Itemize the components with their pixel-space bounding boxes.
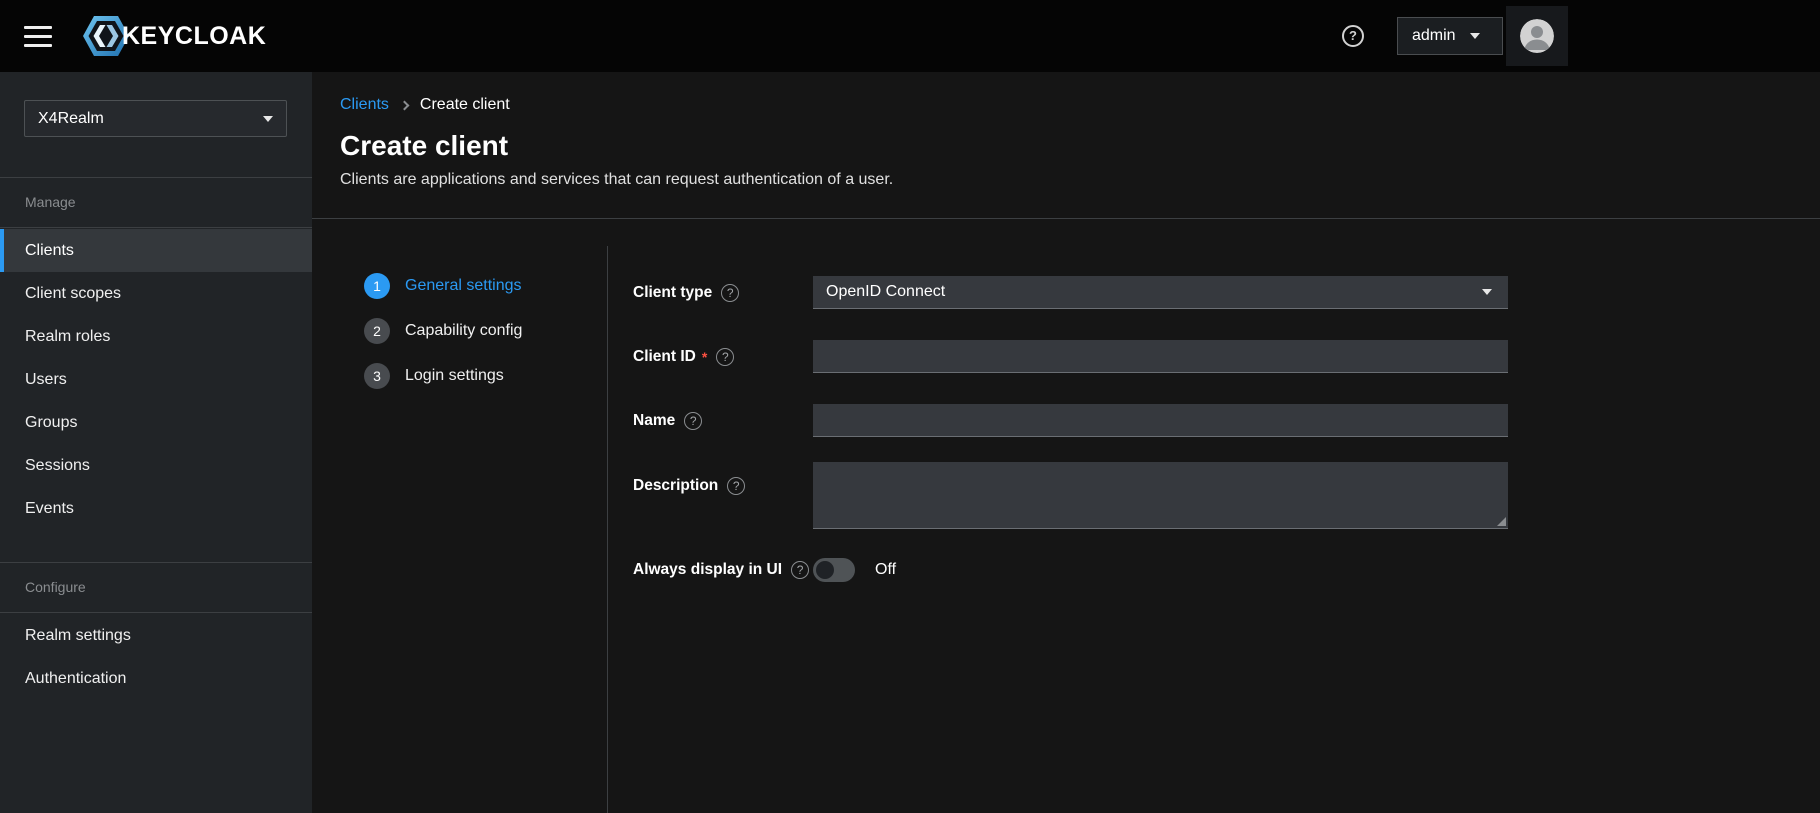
label-text: Client type: [633, 284, 712, 302]
avatar[interactable]: [1520, 19, 1554, 53]
breadcrumb-current: Create client: [420, 96, 510, 114]
main-content: Clients Create client Create client Clie…: [312, 72, 1820, 813]
step-label: Login settings: [405, 367, 504, 385]
page-title: Create client: [340, 130, 508, 162]
sidebar-group-configure: Configure: [25, 579, 86, 595]
label-text: Description: [633, 477, 718, 495]
client-type-selected-value: OpenID Connect: [826, 283, 945, 301]
step-number-badge: 2: [364, 318, 390, 344]
help-icon[interactable]: ?: [721, 284, 739, 302]
user-menu-label: admin: [1412, 27, 1456, 45]
divider: [0, 177, 312, 178]
breadcrumb: Clients Create client: [340, 96, 510, 114]
realm-selector-value: X4Realm: [38, 110, 104, 128]
wizard-divider: [607, 246, 608, 813]
wizard-step-capability-config[interactable]: 2 Capability config: [364, 318, 522, 344]
divider: [0, 227, 312, 228]
description-label: Description ?: [633, 476, 745, 496]
chevron-down-icon: [1470, 33, 1480, 39]
sidebar-item-sessions[interactable]: Sessions: [0, 444, 312, 487]
sidebar: X4Realm Manage Clients Client scopes Rea…: [0, 72, 312, 813]
chevron-down-icon: [263, 116, 273, 122]
client-type-label: Client type ?: [633, 283, 739, 303]
step-label: General settings: [405, 277, 522, 295]
app-header: KEYCLOAK ? admin: [0, 0, 1820, 72]
wizard-step-general-settings[interactable]: 1 General settings: [364, 273, 522, 299]
label-text: Client ID: [633, 348, 696, 366]
always-display-label: Always display in UI ?: [633, 560, 809, 580]
client-id-input[interactable]: [813, 340, 1508, 373]
name-input[interactable]: [813, 404, 1508, 437]
always-display-toggle[interactable]: [813, 558, 855, 582]
step-label: Capability config: [405, 322, 522, 340]
user-avatar-icon: [1520, 19, 1554, 53]
divider: [0, 562, 312, 563]
label-text: Name: [633, 412, 675, 430]
help-icon[interactable]: ?: [791, 561, 809, 579]
chevron-down-icon: [1482, 289, 1492, 295]
user-menu-dropdown[interactable]: admin: [1397, 17, 1503, 55]
description-textarea[interactable]: [813, 462, 1508, 529]
sidebar-group-manage: Manage: [25, 194, 76, 210]
avatar-zone: [1506, 6, 1568, 66]
sidebar-item-realm-settings[interactable]: Realm settings: [0, 614, 312, 657]
sidebar-item-clients[interactable]: Clients: [0, 229, 312, 272]
divider: [0, 612, 312, 613]
step-number-badge: 1: [364, 273, 390, 299]
keycloak-logo[interactable]: KEYCLOAK: [82, 15, 266, 57]
breadcrumb-link-clients[interactable]: Clients: [340, 96, 389, 114]
sidebar-item-realm-roles[interactable]: Realm roles: [0, 315, 312, 358]
sidebar-item-events[interactable]: Events: [0, 487, 312, 530]
help-icon[interactable]: ?: [1342, 25, 1364, 47]
label-text: Always display in UI: [633, 561, 782, 579]
divider: [312, 218, 1820, 219]
help-icon[interactable]: ?: [727, 477, 745, 495]
brand-text: KEYCLOAK: [122, 22, 266, 51]
help-icon[interactable]: ?: [684, 412, 702, 430]
sidebar-item-client-scopes[interactable]: Client scopes: [0, 272, 312, 315]
page-description: Clients are applications and services th…: [340, 171, 893, 189]
client-id-label: Client ID * ?: [633, 347, 734, 367]
resize-handle[interactable]: [1497, 517, 1506, 526]
step-number-badge: 3: [364, 363, 390, 389]
realm-selector[interactable]: X4Realm: [24, 100, 287, 137]
sidebar-item-authentication[interactable]: Authentication: [0, 657, 312, 700]
toggle-knob: [816, 561, 834, 579]
chevron-right-icon: [399, 101, 409, 111]
required-asterisk: *: [702, 349, 707, 365]
help-icon[interactable]: ?: [716, 348, 734, 366]
wizard-step-login-settings[interactable]: 3 Login settings: [364, 363, 504, 389]
client-type-select[interactable]: OpenID Connect: [813, 276, 1508, 309]
hamburger-menu-icon[interactable]: [24, 26, 52, 47]
name-label: Name ?: [633, 411, 702, 431]
toggle-state-label: Off: [875, 561, 896, 579]
sidebar-item-groups[interactable]: Groups: [0, 401, 312, 444]
sidebar-item-users[interactable]: Users: [0, 358, 312, 401]
